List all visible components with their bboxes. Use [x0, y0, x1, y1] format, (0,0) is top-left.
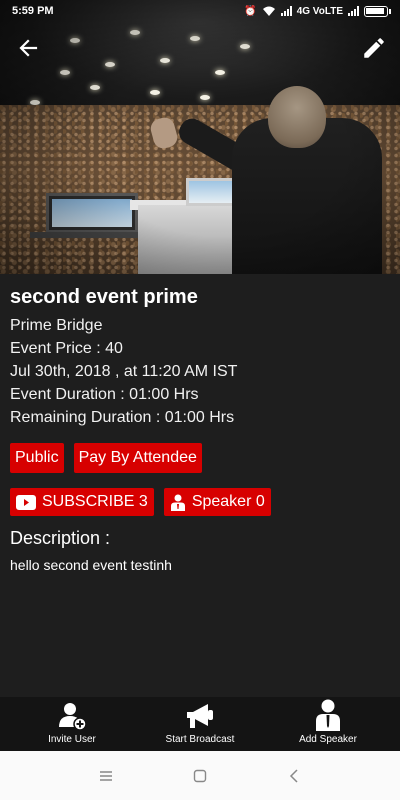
status-time: 5:59 PM — [12, 5, 54, 17]
add-user-icon — [59, 703, 87, 731]
wifi-icon — [262, 6, 275, 16]
subscribe-label: SUBSCRIBE 3 — [42, 493, 148, 510]
speaker-person-icon — [170, 494, 185, 511]
youtube-play-icon — [16, 494, 36, 510]
speaker-count-button[interactable]: Speaker 0 — [163, 488, 271, 516]
event-cover-image — [0, 0, 400, 274]
invite-user-button[interactable]: Invite User — [12, 697, 132, 751]
chevron-left-icon — [289, 768, 298, 783]
pencil-icon — [364, 38, 384, 58]
system-navigation-bar — [0, 751, 400, 800]
invite-user-label: Invite User — [48, 734, 96, 745]
event-duration: Event Duration : 01:00 Hrs — [10, 386, 199, 403]
back-nav-button[interactable] — [282, 764, 306, 788]
edit-button[interactable] — [354, 28, 394, 68]
battery-icon — [364, 5, 391, 17]
back-button[interactable] — [8, 28, 48, 68]
bottom-action-bar: Invite User Start Broadcast Add Speaker — [0, 697, 400, 751]
add-speaker-label: Add Speaker — [299, 734, 357, 745]
add-speaker-button[interactable]: Add Speaker — [268, 697, 388, 751]
home-square-icon — [193, 769, 207, 782]
signal-icon — [280, 6, 292, 16]
menu-icon — [100, 770, 112, 781]
event-remaining-duration: Remaining Duration : 01:00 Hrs — [10, 409, 235, 426]
signal-icon-2 — [348, 6, 359, 16]
menu-nav-button[interactable] — [94, 764, 118, 788]
status-icons: ⏰ 4G VoLTE — [244, 5, 391, 17]
event-details: second event prime Prime Bridge Event Pr… — [10, 284, 390, 429]
alarm-icon: ⏰ — [244, 5, 257, 17]
speaker-person-icon — [316, 699, 340, 731]
event-datetime: Jul 30th, 2018 , at 11:20 AM IST — [10, 363, 238, 380]
visibility-badge: Public — [10, 443, 64, 473]
description-heading: Description : — [10, 528, 111, 548]
event-price: Event Price : 40 — [10, 340, 123, 357]
subscribe-button[interactable]: SUBSCRIBE 3 — [10, 488, 154, 516]
speaker-label: Speaker 0 — [191, 493, 265, 510]
start-broadcast-button[interactable]: Start Broadcast — [140, 697, 260, 751]
network-label: 4G VoLTE — [296, 5, 343, 17]
payment-badge: Pay By Attendee — [73, 443, 202, 473]
megaphone-icon — [187, 704, 213, 728]
event-tags: Public Pay By Attendee — [10, 443, 202, 473]
event-title: second event prime — [10, 286, 198, 308]
event-organizer: Prime Bridge — [10, 317, 103, 334]
description-text: hello second event testinh — [10, 557, 172, 573]
status-bar: 5:59 PM ⏰ 4G VoLTE — [0, 0, 400, 22]
home-nav-button[interactable] — [188, 764, 212, 788]
event-detail-screen: 5:59 PM ⏰ 4G VoLTE second event prime Pr… — [0, 0, 400, 800]
event-stats: SUBSCRIBE 3 Speaker 0 — [10, 488, 271, 516]
start-broadcast-label: Start Broadcast — [165, 734, 235, 745]
arrow-left-icon — [19, 39, 38, 57]
